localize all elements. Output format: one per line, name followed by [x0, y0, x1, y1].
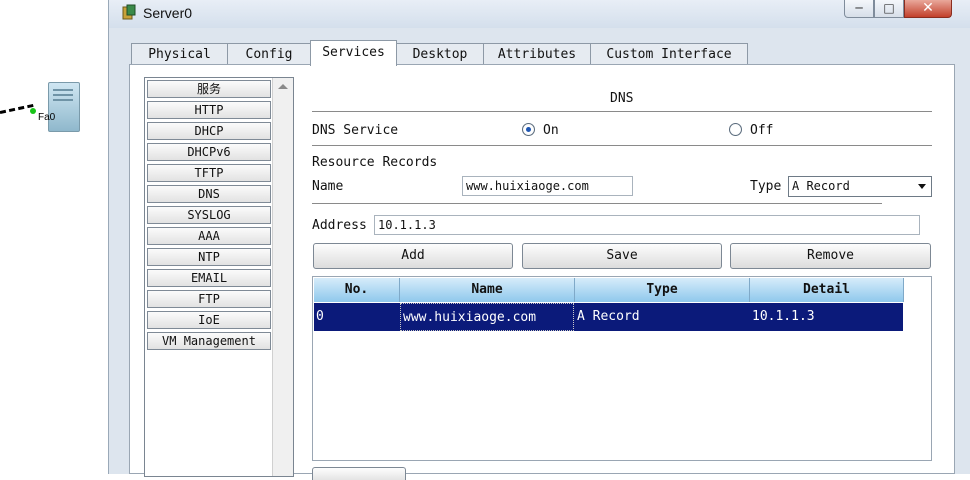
cell-name: www.huixiaoge.com	[400, 303, 574, 331]
server-window: Server0 ─ □ ✕ Physical Config Services D…	[108, 0, 970, 480]
scroll-up-arrow-icon[interactable]	[278, 84, 288, 89]
divider	[312, 203, 882, 205]
name-input[interactable]: www.huixiaoge.com	[462, 176, 633, 196]
service-item-aaa[interactable]: AAA	[147, 227, 271, 245]
column-header-name[interactable]: Name	[400, 278, 575, 302]
packet-tracer-app-icon	[122, 4, 136, 20]
service-item-email[interactable]: EMAIL	[147, 269, 271, 287]
remove-button[interactable]: Remove	[730, 243, 931, 269]
dns-service-label: DNS Service	[312, 123, 399, 138]
column-header-no[interactable]: No.	[314, 278, 400, 302]
divider	[312, 111, 932, 113]
service-item-syslog[interactable]: SYSLOG	[147, 206, 271, 224]
service-item-tftp[interactable]: TFTP	[147, 164, 271, 182]
service-item-ftp[interactable]: FTP	[147, 290, 271, 308]
window-title: Server0	[143, 5, 193, 21]
service-item-dns[interactable]: DNS	[147, 185, 271, 203]
address-input[interactable]: 10.1.1.3	[374, 215, 920, 235]
service-item-ioe[interactable]: IoE	[147, 311, 271, 329]
save-button[interactable]: Save	[522, 243, 722, 269]
dns-off-radio[interactable]	[729, 123, 742, 136]
tab-attributes[interactable]: Attributes	[483, 43, 591, 65]
service-item-fuwu[interactable]: 服务	[147, 80, 271, 98]
minimize-icon: ─	[855, 1, 863, 15]
cell-detail: 10.1.1.3	[752, 309, 815, 324]
add-button[interactable]: Add	[313, 243, 513, 269]
type-select-value: A Record	[792, 179, 850, 193]
resource-records-heading: Resource Records	[312, 155, 438, 170]
tab-services[interactable]: Services	[310, 40, 397, 66]
network-link	[0, 103, 34, 114]
port-label: Fa0	[38, 112, 56, 123]
column-header-detail[interactable]: Detail	[750, 278, 904, 302]
address-label: Address	[312, 218, 367, 233]
tab-physical[interactable]: Physical	[131, 43, 228, 65]
tab-custom-interface[interactable]: Custom Interface	[590, 43, 748, 65]
dns-section-title: DNS	[610, 91, 634, 106]
cell-no: 0	[316, 309, 324, 324]
service-item-vm-management[interactable]: VM Management	[147, 332, 271, 350]
service-item-ntp[interactable]: NTP	[147, 248, 271, 266]
tab-desktop[interactable]: Desktop	[396, 43, 484, 65]
topology-canvas[interactable]: Fa0	[0, 0, 108, 474]
tab-config[interactable]: Config	[227, 43, 311, 65]
services-panel: 服务 HTTP DHCP DHCPv6 TFTP DNS SYSLOG AAA …	[129, 64, 955, 480]
maximize-button[interactable]: □	[874, 0, 904, 18]
dns-on-label: On	[543, 123, 559, 138]
dns-off-label: Off	[750, 123, 774, 138]
name-label: Name	[312, 179, 344, 194]
service-list: 服务 HTTP DHCP DHCPv6 TFTP DNS SYSLOG AAA …	[144, 77, 294, 477]
service-list-scrollbar[interactable]	[272, 78, 293, 476]
link-status-dot	[30, 108, 36, 114]
table-row[interactable]: 0 www.huixiaoge.com A Record 10.1.1.3	[314, 303, 903, 331]
chevron-down-icon	[918, 184, 926, 189]
type-select[interactable]: A Record	[788, 176, 932, 197]
dns-on-radio[interactable]	[522, 123, 535, 136]
server-device-icon[interactable]	[48, 82, 80, 132]
type-label: Type	[750, 179, 782, 194]
column-header-type[interactable]: Type	[575, 278, 750, 302]
close-icon: ✕	[922, 0, 934, 16]
maximize-icon: □	[883, 1, 895, 15]
service-item-dhcp[interactable]: DHCP	[147, 122, 271, 140]
service-item-dhcpv6[interactable]: DHCPv6	[147, 143, 271, 161]
close-button[interactable]: ✕	[904, 0, 952, 18]
divider	[312, 145, 932, 147]
service-item-http[interactable]: HTTP	[147, 101, 271, 119]
cell-type: A Record	[577, 309, 640, 324]
dns-records-table: No. Name Type Detail 0 www.huixiaoge.com…	[312, 276, 932, 461]
minimize-button[interactable]: ─	[844, 0, 874, 18]
title-bar[interactable]: Server0 ─ □ ✕	[109, 0, 970, 28]
